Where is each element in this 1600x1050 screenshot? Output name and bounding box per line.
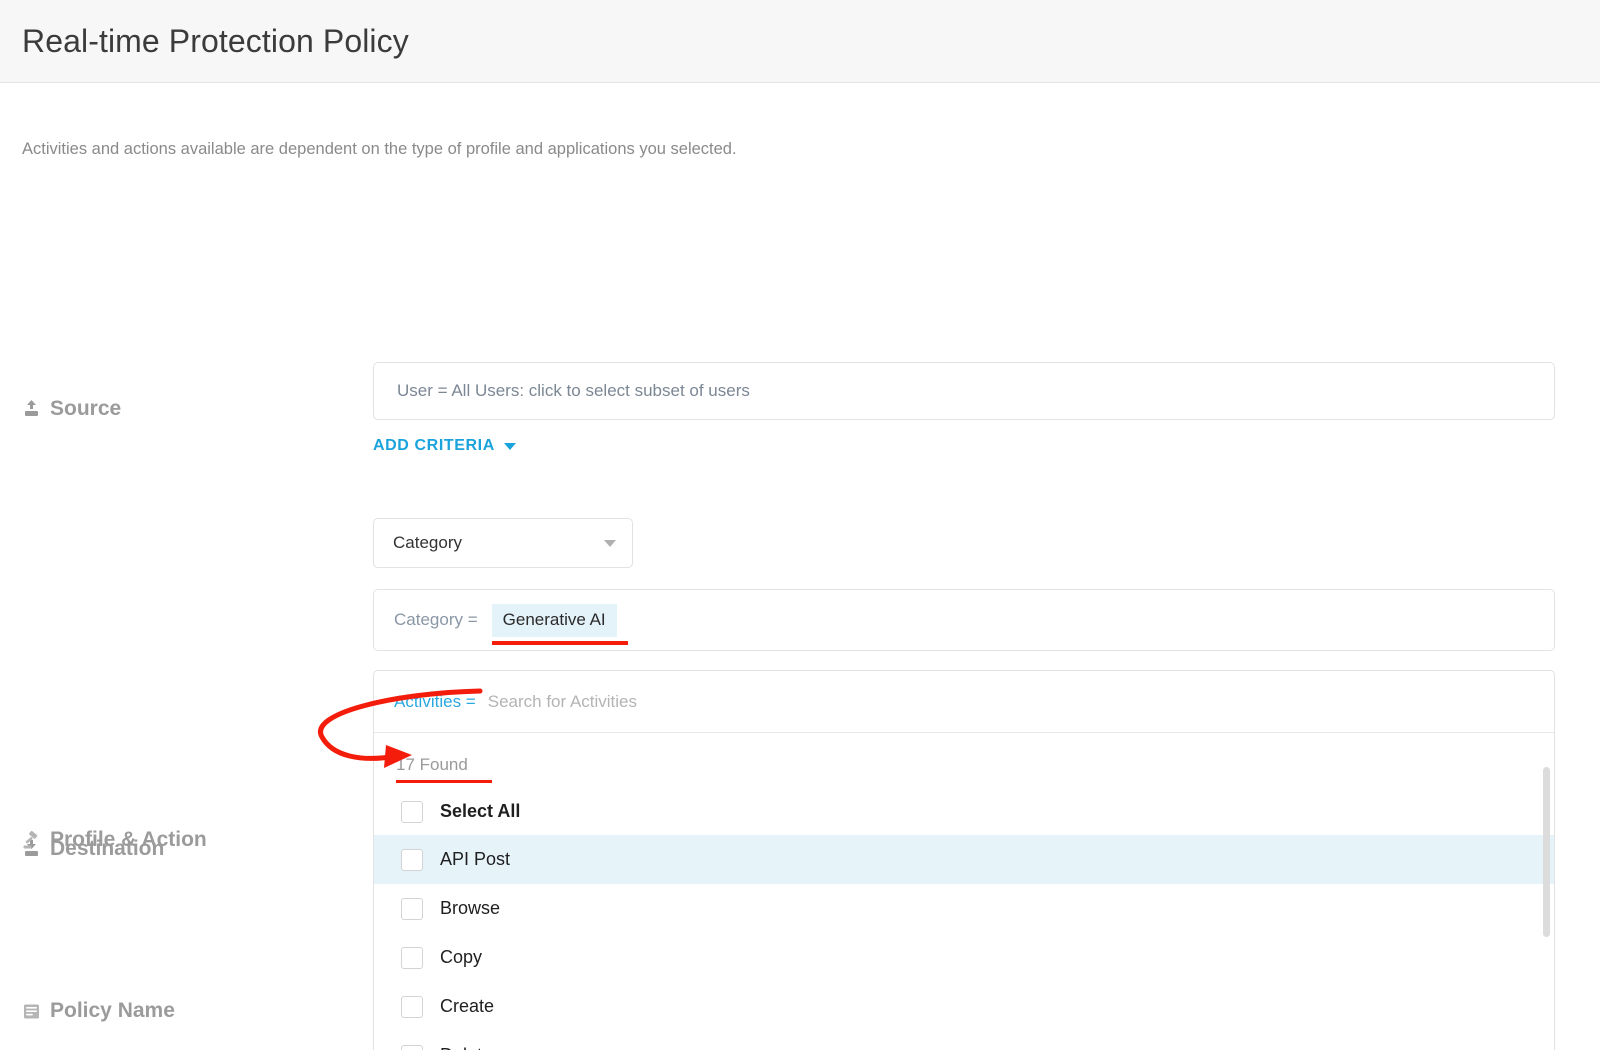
source-user-field[interactable]: User = All Users: click to select subset… [373, 362, 1555, 420]
activities-option-row[interactable]: Browse [374, 884, 1554, 933]
document-lines-icon [22, 1002, 41, 1021]
add-criteria-button[interactable]: ADD CRITERIA [373, 437, 516, 455]
source-user-value: User = All Users: click to select subset… [397, 381, 750, 400]
category-criteria-key: Category = [394, 610, 478, 629]
activities-search-row[interactable]: Activities = Search for Activities [374, 671, 1554, 733]
destination-label-group: Destination [22, 518, 373, 1050]
upload-icon [22, 399, 41, 418]
activities-dropdown-panel: Activities = Search for Activities 17 Fo… [373, 670, 1555, 1050]
profile-action-label: Profile & Action [50, 828, 207, 851]
activities-criteria-key: Activities = [394, 691, 476, 711]
destination-type-select[interactable]: Category [373, 518, 633, 568]
activities-option-label: Delete [440, 1045, 492, 1050]
add-criteria-label: ADD CRITERIA [373, 437, 495, 454]
annotation-underline-found [396, 780, 492, 783]
activities-option-row[interactable]: API Post [374, 835, 1554, 884]
chevron-down-icon [604, 539, 616, 547]
destination-type-value: Category [393, 533, 462, 552]
gavel-icon [22, 830, 41, 850]
category-chip-label: Generative AI [502, 609, 606, 629]
source-label-group: Source [22, 362, 373, 455]
category-criteria-row[interactable]: Category = Generative AI [373, 589, 1555, 651]
checkbox-icon[interactable] [401, 897, 423, 920]
policy-name-label: Policy Name [50, 999, 175, 1022]
activities-option-row[interactable]: Create [374, 982, 1554, 1031]
checkbox-icon[interactable] [401, 800, 423, 823]
activities-found-count: 17 Found [374, 733, 492, 788]
activities-option-select-all[interactable]: Select All [374, 788, 1554, 835]
activities-option-label: API Post [440, 849, 511, 869]
checkbox-icon[interactable] [401, 995, 423, 1018]
activities-option-list: Select All API Post Browse Copy Create [374, 788, 1554, 1050]
checkbox-icon[interactable] [401, 1044, 423, 1050]
source-section: Source User = All Users: click to select… [22, 362, 1555, 455]
activities-select-all-label: Select All [440, 801, 521, 821]
profile-action-section: Profile & Action [22, 828, 207, 852]
activities-found-label: 17 Found [396, 755, 468, 774]
activities-search-input[interactable]: Search for Activities [488, 692, 637, 712]
activities-option-row[interactable]: Copy [374, 933, 1554, 982]
checkbox-icon[interactable] [401, 848, 423, 871]
activities-option-row[interactable]: Delete [374, 1031, 1554, 1050]
source-label: Source [50, 396, 122, 420]
profile-action-label-group: Profile & Action [22, 828, 207, 852]
page-body: Activities and actions available are dep… [0, 140, 1600, 1050]
activities-scrollbar-thumb[interactable] [1543, 767, 1550, 937]
chevron-down-icon [503, 442, 516, 450]
policy-name-section: Policy Name [22, 999, 175, 1023]
activities-option-label: Copy [440, 947, 483, 967]
policy-name-label-group: Policy Name [22, 999, 175, 1023]
destination-fields: Category Category = Generative AI Activi… [373, 518, 1555, 1050]
category-chip[interactable]: Generative AI [491, 603, 628, 645]
activities-option-label: Browse [440, 898, 501, 918]
intro-description: Activities and actions available are dep… [22, 140, 737, 158]
annotation-underline-chip [491, 640, 628, 645]
page-title: Real-time Protection Policy [22, 22, 409, 59]
source-field-group: User = All Users: click to select subset… [373, 362, 1555, 455]
page-header: Real-time Protection Policy [0, 0, 1600, 83]
destination-section: Destination Category Category = Generati… [22, 518, 1555, 1050]
activities-option-label: Create [440, 996, 495, 1016]
checkbox-icon[interactable] [401, 946, 423, 969]
